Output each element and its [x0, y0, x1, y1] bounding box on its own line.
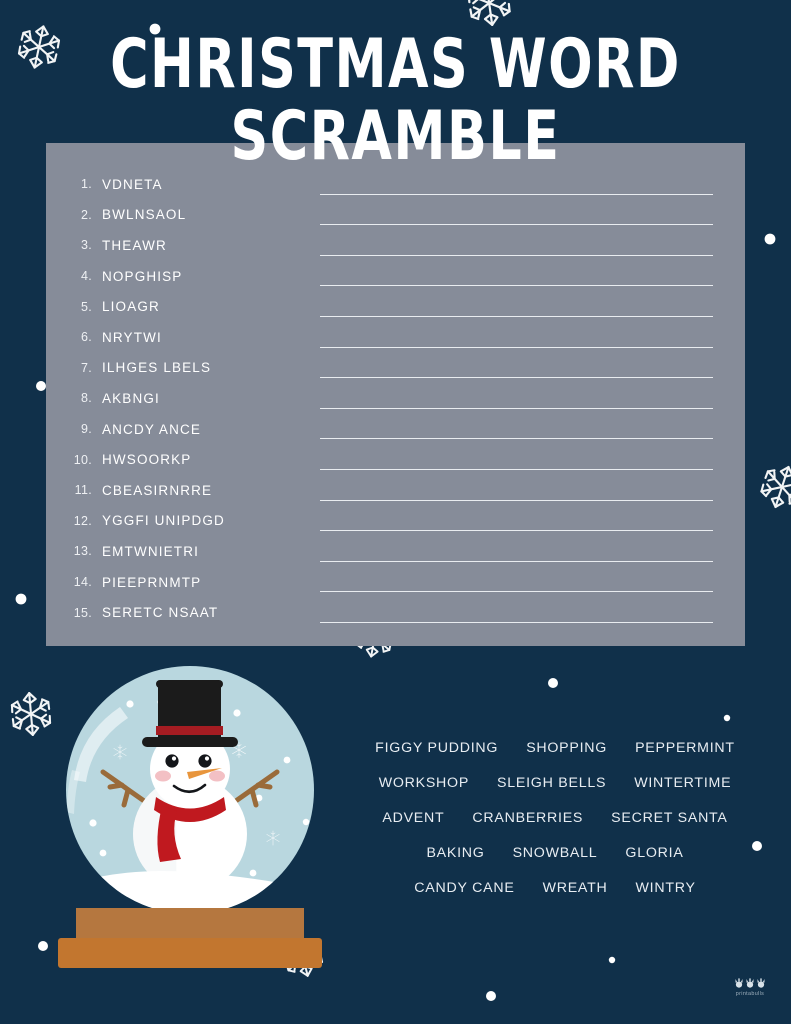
snow-globe-illustration: [50, 662, 330, 970]
answer-line[interactable]: [320, 530, 713, 532]
scramble-word: NRYTWI: [102, 329, 162, 345]
word-bank-word: WORKSHOP: [378, 775, 470, 791]
scramble-number: 6.: [80, 330, 92, 345]
scramble-number: 12.: [73, 513, 92, 528]
scramble-number: 10.: [73, 452, 92, 467]
word-bank: FIGGY PUDDING SHOPPING PEPPERMINT WORKSHOP S…: [345, 740, 765, 915]
scramble-number: 2.: [80, 207, 92, 222]
scramble-word: AKBNGI: [102, 390, 160, 406]
scramble-word: PIEEPRNMTP: [102, 574, 202, 590]
scramble-number: 14.: [73, 575, 92, 590]
page-title: CHRISTMAS WORD SCRAMBLE: [0, 28, 791, 171]
answer-line[interactable]: [320, 224, 713, 226]
scramble-row: 7. ILHGES LBELS: [46, 353, 745, 384]
scramble-row: 2. BWLNSAOL: [46, 200, 745, 231]
page-title-text: CHRISTMAS WORD SCRAMBLE: [110, 24, 681, 176]
answer-line[interactable]: [320, 468, 713, 470]
scramble-word: THEAWR: [102, 237, 167, 253]
answer-line[interactable]: [320, 193, 713, 195]
word-bank-word: WREATH: [542, 880, 608, 896]
answer-line[interactable]: [320, 560, 713, 562]
scramble-number: 1.: [80, 177, 92, 192]
snow-globe-svg: [58, 666, 322, 968]
scramble-word: NOPGHISP: [102, 268, 183, 284]
answer-line[interactable]: [320, 285, 713, 287]
word-bank-word: CANDY CANE: [414, 880, 515, 896]
scramble-number: 11.: [74, 483, 92, 498]
globe-base-bottom: [58, 938, 322, 968]
word-bank-row: BAKING SNOWBALL GLORIA: [345, 845, 765, 880]
scramble-list: 1. VDNETA 2. BWLNSAOL 3. THEAWR 4. NOPGHISP 5. LI…: [46, 169, 745, 628]
word-bank-word: SHOPPING: [526, 740, 608, 756]
scramble-row: 3. THEAWR: [46, 230, 745, 261]
scramble-row: 12. YGGFI UNIPDGD: [46, 506, 745, 537]
scramble-row: 15. SERETC NSAAT: [46, 597, 745, 628]
answer-line[interactable]: [320, 377, 713, 379]
word-bank-word: PEPPERMINT: [635, 740, 735, 756]
word-bank-row: WORKSHOP SLEIGH BELLS WINTERTIME: [345, 775, 765, 810]
scramble-word: LIOAGR: [102, 299, 160, 315]
scramble-number: 9.: [80, 422, 92, 437]
printabulls-bull-icon: [735, 978, 765, 988]
answer-line[interactable]: [320, 591, 713, 593]
scramble-number: 4.: [80, 269, 92, 284]
scramble-row: 8. AKBNGI: [46, 383, 745, 414]
scramble-word: EMTWNIETRI: [102, 543, 199, 559]
scramble-row: 6. NRYTWI: [46, 322, 745, 353]
scramble-word: BWLNSAOL: [102, 207, 187, 223]
word-bank-row: CANDY CANE WREATH WINTRY: [345, 880, 765, 915]
word-bank-word: GLORIA: [625, 845, 684, 861]
word-bank-word: CRANBERRIES: [472, 810, 584, 826]
scramble-number: 7.: [80, 360, 92, 375]
scramble-row: 9. ANCDY ANCE: [46, 414, 745, 445]
scramble-row: 4. NOPGHISP: [46, 261, 745, 292]
answer-line[interactable]: [320, 407, 713, 409]
word-bank-word: WINTERTIME: [634, 775, 732, 791]
scramble-panel: 1. VDNETA 2. BWLNSAOL 3. THEAWR 4. NOPGHISP 5. LI…: [46, 143, 745, 646]
word-bank-word: SECRET SANTA: [611, 810, 728, 826]
scramble-word: VDNETA: [102, 176, 163, 192]
scramble-row: 11. CBEASIRNRRE: [46, 475, 745, 506]
scramble-row: 10. HWSOORKP: [46, 444, 745, 475]
printabulls-logo[interactable]: printabulls: [721, 976, 779, 1006]
word-bank-word: WINTRY: [635, 880, 696, 896]
scramble-row: 5. LIOAGR: [46, 291, 745, 322]
scramble-word: YGGFI UNIPDGD: [102, 513, 225, 529]
answer-line[interactable]: [320, 438, 713, 440]
scramble-word: SERETC NSAAT: [102, 605, 219, 621]
answer-line[interactable]: [320, 499, 713, 501]
scramble-row: 13. EMTWNIETRI: [46, 536, 745, 567]
word-bank-row: ADVENT CRANBERRIES SECRET SANTA: [345, 810, 765, 845]
answer-line[interactable]: [320, 621, 713, 623]
scramble-number: 13.: [73, 544, 92, 559]
scramble-word: CBEASIRNRRE: [102, 482, 213, 498]
answer-line[interactable]: [320, 346, 713, 348]
scramble-number: 5.: [80, 299, 92, 314]
scramble-number: 3.: [80, 238, 92, 253]
word-bank-word: SLEIGH BELLS: [497, 775, 607, 791]
word-bank-row: FIGGY PUDDING SHOPPING PEPPERMINT: [345, 740, 765, 775]
scramble-number: 15.: [73, 605, 92, 620]
scramble-word: ILHGES LBELS: [102, 360, 212, 376]
scramble-row: 14. PIEEPRNMTP: [46, 567, 745, 598]
answer-line[interactable]: [320, 315, 713, 317]
scramble-number: 8.: [80, 391, 92, 406]
answer-line[interactable]: [320, 254, 713, 256]
scramble-word: HWSOORKP: [102, 452, 192, 468]
scramble-word: ANCDY ANCE: [102, 421, 202, 437]
word-bank-word: BAKING: [426, 845, 485, 861]
word-bank-word: ADVENT: [382, 810, 445, 826]
printabulls-logo-text: printabulls: [735, 991, 765, 997]
word-bank-word: FIGGY PUDDING: [375, 740, 499, 756]
word-bank-word: SNOWBALL: [512, 845, 598, 861]
